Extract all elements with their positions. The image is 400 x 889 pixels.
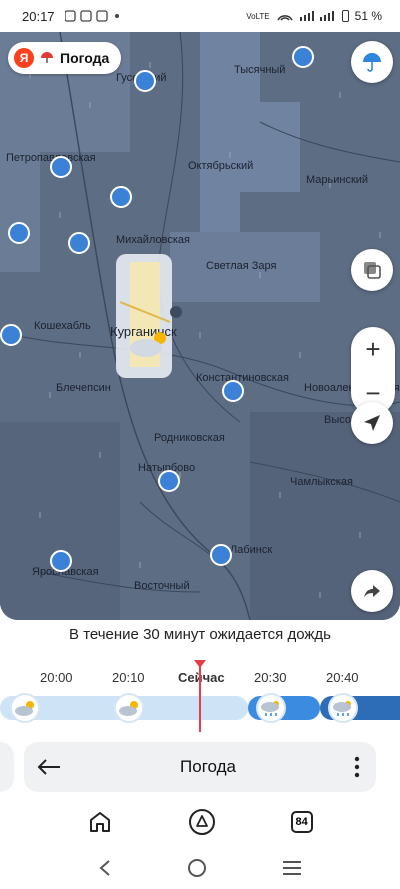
place-label: Чамлыкская xyxy=(290,476,353,488)
system-navigation xyxy=(0,848,400,888)
browser-nav-bar: Погода xyxy=(24,742,376,792)
place-label: Родниковская xyxy=(154,432,225,444)
rain-marker-icon[interactable] xyxy=(50,550,72,572)
layers-icon xyxy=(364,262,381,279)
weather-brand-pill[interactable]: Я Погода xyxy=(8,42,122,74)
timeline-label: 20:40 xyxy=(326,670,359,685)
more-menu-icon[interactable] xyxy=(354,756,360,778)
rain-marker-icon[interactable] xyxy=(0,324,22,346)
zoom-in-button[interactable]: + xyxy=(351,327,395,371)
place-label: Светлая Заря xyxy=(206,260,277,272)
previous-card-stub[interactable] xyxy=(0,742,14,792)
signal-icons xyxy=(276,11,334,21)
status-bar: 20:17 VoLTE 51 % xyxy=(0,0,400,32)
cloud-sun-icon xyxy=(10,693,40,723)
map-layers-button[interactable] xyxy=(351,249,393,291)
precipitation-layer-button[interactable] xyxy=(351,41,393,83)
timeline-label: 20:30 xyxy=(254,670,287,685)
map-pin-dot xyxy=(170,306,182,318)
home-icon[interactable] xyxy=(87,809,113,835)
forecast-message: В течение 30 минут ожидается дождь xyxy=(69,626,331,643)
status-time: 20:17 xyxy=(22,8,55,24)
my-location-button[interactable] xyxy=(351,402,393,444)
battery-level: 51 % xyxy=(354,9,382,23)
place-label: Кошехабль xyxy=(34,320,91,332)
navigation-arrow-icon xyxy=(364,415,380,431)
network-label: VoLTE xyxy=(246,11,270,21)
weather-map[interactable]: Тысячный Октябрьский Марьинский Петропав… xyxy=(0,32,400,620)
system-back-icon[interactable] xyxy=(98,859,112,877)
place-label: Блечепсин xyxy=(56,382,111,394)
browser-bottom-bar: 84 xyxy=(0,800,400,844)
plus-icon: + xyxy=(365,333,381,364)
place-label: Михайловская xyxy=(116,234,190,246)
now-line xyxy=(199,662,201,732)
share-button[interactable] xyxy=(351,570,393,612)
alice-assistant-icon[interactable] xyxy=(188,808,216,836)
rain-marker-icon[interactable] xyxy=(292,46,314,68)
system-recents-icon[interactable] xyxy=(282,860,302,876)
cloud-sun-icon xyxy=(114,693,144,723)
brand-name: Погода xyxy=(60,50,110,66)
share-arrow-icon xyxy=(364,585,380,598)
nav-title: Погода xyxy=(180,757,236,776)
place-label: Октябрьский xyxy=(188,160,254,172)
place-label: Марьинский xyxy=(306,174,369,186)
system-home-icon[interactable] xyxy=(187,858,207,878)
timeline-label: 20:00 xyxy=(40,670,73,685)
place-label: Восточный xyxy=(134,580,190,592)
place-label: Константиновская xyxy=(196,372,289,384)
timeline-label: 20:10 xyxy=(112,670,145,685)
place-label: Тысячный xyxy=(234,64,286,76)
back-arrow-icon[interactable] xyxy=(36,757,62,777)
rain-marker-icon[interactable] xyxy=(222,380,244,402)
place-label: Лабинск xyxy=(230,544,273,556)
cloud-sun-icon xyxy=(130,332,166,357)
tabs-counter-button[interactable]: 84 xyxy=(290,811,313,833)
battery-icon xyxy=(341,10,349,22)
rain-marker-icon[interactable] xyxy=(8,222,30,244)
rain-marker-icon[interactable] xyxy=(110,186,132,208)
tabs-count: 84 xyxy=(295,816,308,828)
umbrella-logo-icon xyxy=(41,52,53,63)
rain-marker-icon[interactable] xyxy=(68,232,90,254)
cloud-rain-icon xyxy=(328,693,358,723)
rain-marker-icon[interactable] xyxy=(210,544,232,566)
timeline-label-now: Сейчас xyxy=(178,670,225,685)
umbrella-icon xyxy=(363,53,381,72)
cloud-rain-icon xyxy=(256,693,286,723)
notification-icons xyxy=(64,10,119,22)
rain-marker-icon[interactable] xyxy=(158,470,180,492)
rain-marker-icon[interactable] xyxy=(134,70,156,92)
rain-marker-icon[interactable] xyxy=(50,156,72,178)
yandex-logo: Я xyxy=(14,48,34,68)
